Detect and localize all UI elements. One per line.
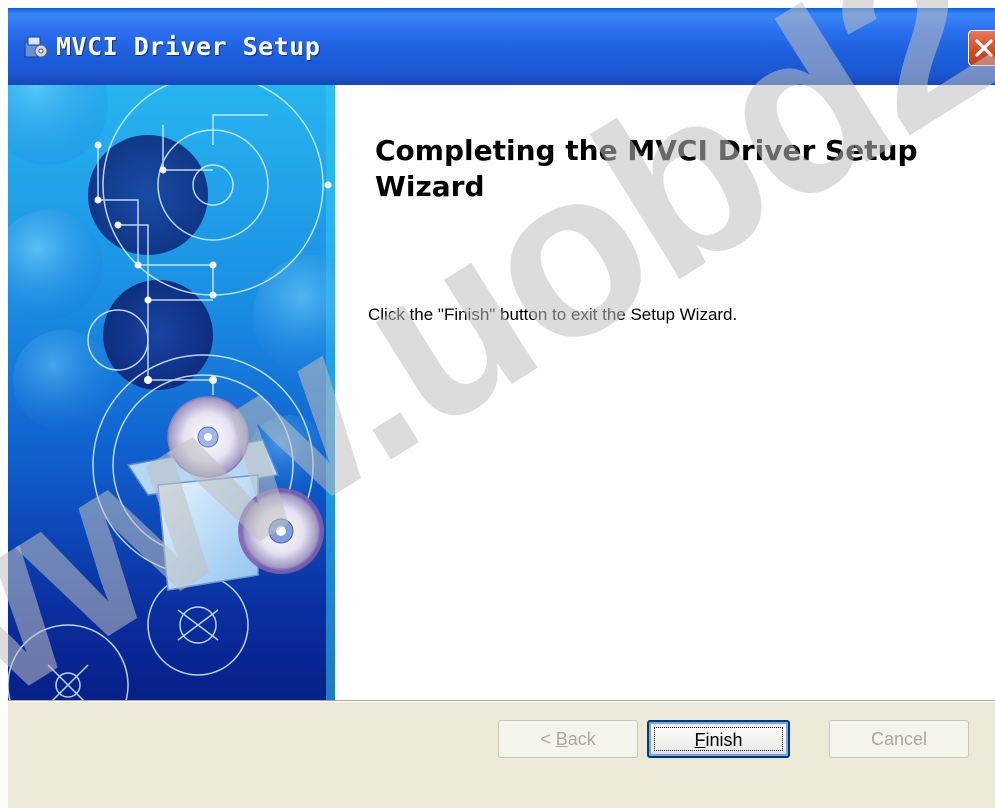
focus-rectangle bbox=[654, 727, 783, 751]
wizard-description: Click the "Finish" button to exit the Se… bbox=[368, 305, 738, 324]
wizard-banner-image bbox=[8, 85, 335, 700]
back-prefix: < bbox=[540, 729, 556, 749]
wizard-heading: Completing the MVCI Driver Setup Wizard bbox=[375, 134, 918, 203]
installer-package-icon bbox=[24, 36, 48, 58]
close-button[interactable] bbox=[968, 30, 995, 66]
title-bar[interactable]: MVCI Driver Setup bbox=[8, 8, 995, 85]
finish-button[interactable]: Finish bbox=[647, 720, 790, 758]
setup-window: MVCI Driver Setup Completing the MVCI Dr… bbox=[8, 8, 995, 808]
cancel-button[interactable]: Cancel bbox=[829, 720, 969, 758]
wizard-main-pane: Completing the MVCI Driver Setup Wizard … bbox=[335, 85, 995, 700]
window-title: MVCI Driver Setup bbox=[56, 32, 321, 61]
close-icon bbox=[975, 39, 993, 57]
back-label-rest: ack bbox=[567, 729, 596, 749]
back-button[interactable]: < Back bbox=[498, 720, 638, 758]
back-mnemonic: B bbox=[555, 729, 568, 749]
button-bar: < Back Finish Cancel bbox=[8, 702, 995, 808]
wizard-content: Completing the MVCI Driver Setup Wizard … bbox=[8, 85, 995, 700]
